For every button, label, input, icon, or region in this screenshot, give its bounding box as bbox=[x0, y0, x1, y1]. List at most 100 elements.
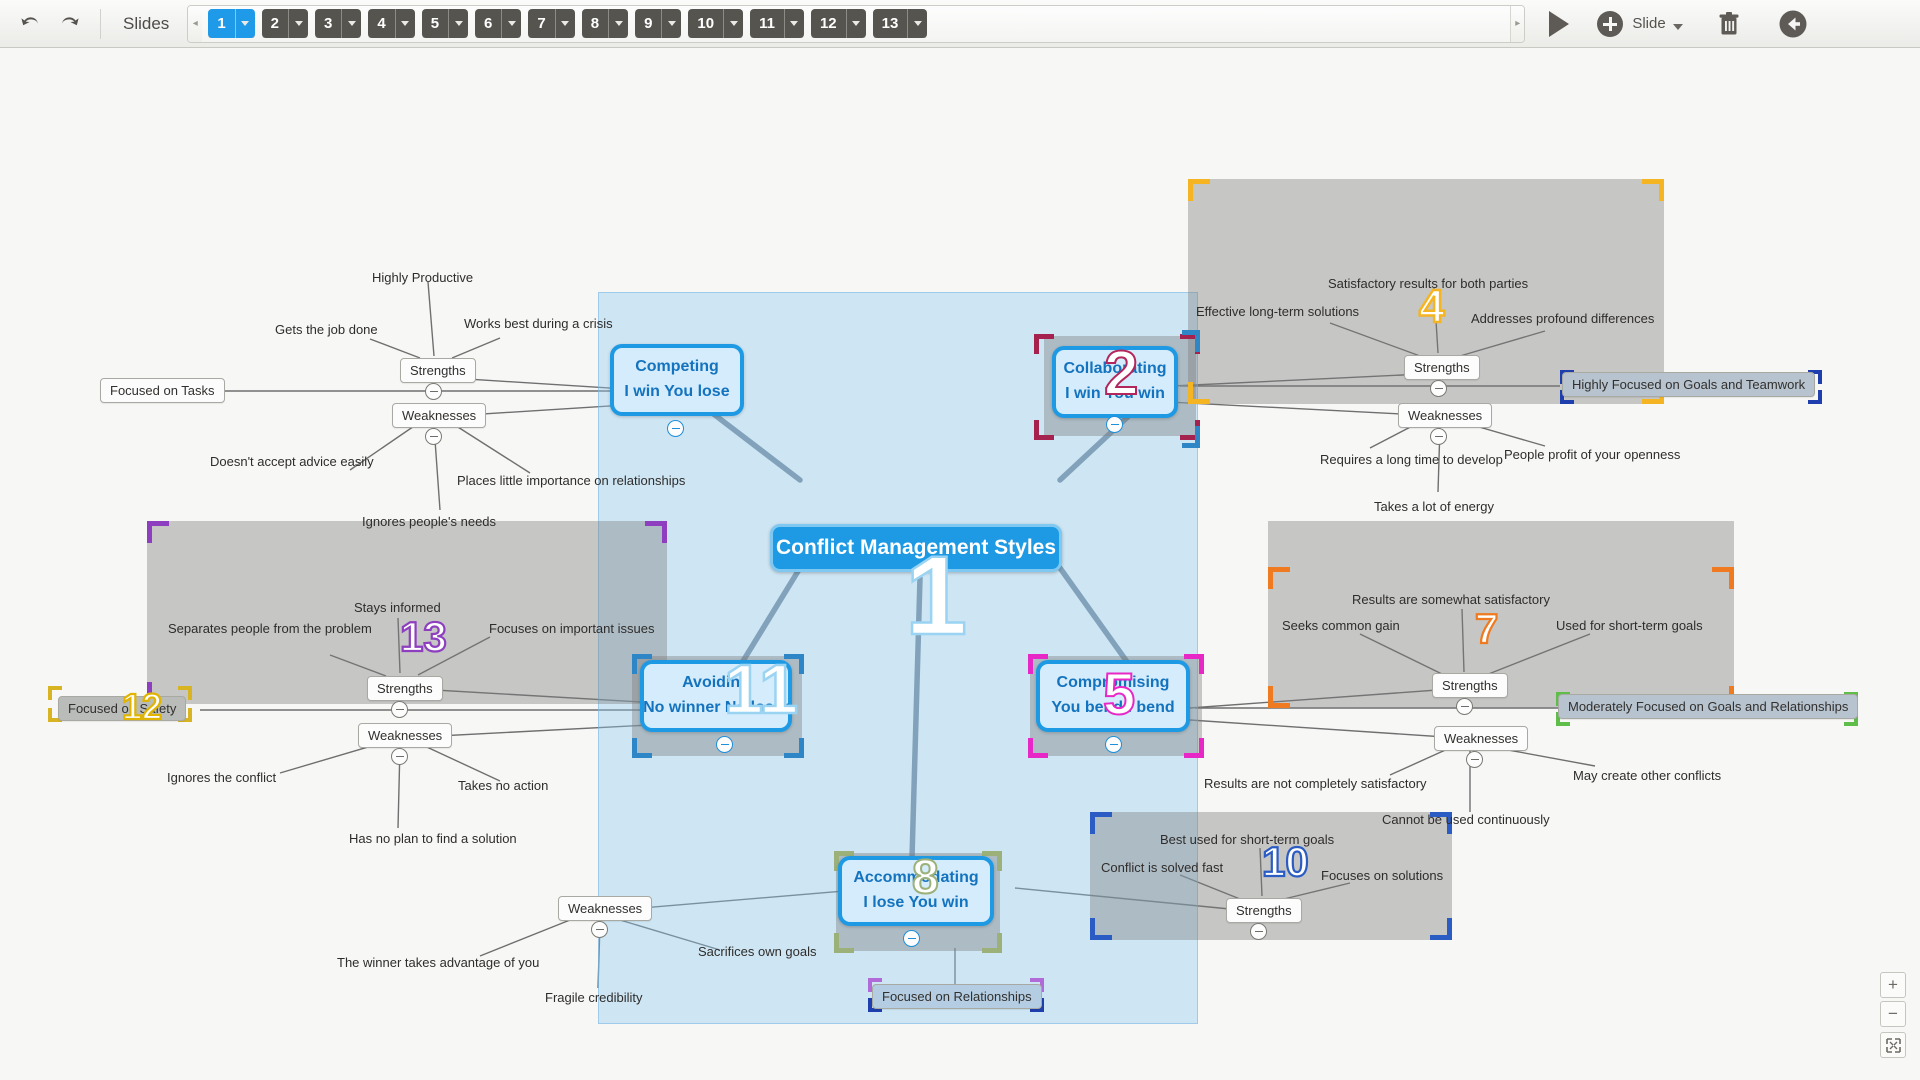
accommodating-strengths-node[interactable]: Strengths bbox=[1226, 898, 1302, 923]
collapse-competing-strengths[interactable] bbox=[425, 383, 442, 400]
slide-chip-1[interactable]: 1 bbox=[208, 9, 255, 38]
competing-weaknesses-node[interactable]: Weaknesses bbox=[392, 403, 487, 428]
focus-collaborating[interactable]: Highly Focused on Goals and Teamwork bbox=[1562, 372, 1816, 397]
slide-chip-13[interactable]: 13 bbox=[872, 9, 928, 38]
slides-scroll-left[interactable]: ◂ bbox=[188, 5, 203, 42]
collapse-accommodating-weaknesses[interactable] bbox=[591, 921, 608, 938]
chevron-down-icon bbox=[294, 21, 303, 26]
top-toolbar: Slides ◂ 1 2 3 4 5 6 7 8 9 10 11 12 13 ▸ Slide bbox=[0, 0, 1920, 48]
collapse-collaborating-strengths[interactable] bbox=[1430, 380, 1447, 397]
label-strengths: Strengths bbox=[1442, 678, 1498, 693]
node-competing-subtitle: I win You lose bbox=[624, 383, 730, 400]
add-slide-button[interactable]: Slide bbox=[1597, 10, 1683, 37]
leaf-collaborating-weakness-2: People profit of your openness bbox=[1504, 447, 1681, 462]
exit-button[interactable] bbox=[1773, 4, 1813, 44]
slide-chip-11[interactable]: 11 bbox=[750, 9, 804, 38]
slide-chip-3[interactable]: 3 bbox=[315, 9, 362, 38]
compromising-strengths-node[interactable]: Strengths bbox=[1432, 673, 1508, 698]
undo-button[interactable] bbox=[10, 4, 50, 44]
slide-chip-number: 8 bbox=[590, 15, 600, 32]
focus-compromising[interactable]: Moderately Focused on Goals and Relation… bbox=[1558, 694, 1859, 719]
play-presentation-button[interactable] bbox=[1539, 4, 1579, 44]
label-weaknesses: Weaknesses bbox=[1408, 408, 1483, 423]
slide-chip-menu-button[interactable] bbox=[845, 9, 866, 38]
node-avoiding[interactable]: Avoiding No winner No loser bbox=[640, 660, 792, 732]
slide-chip-12[interactable]: 12 bbox=[810, 9, 866, 38]
slide-chip-9[interactable]: 9 bbox=[635, 9, 682, 38]
back-arrow-circle-icon bbox=[1779, 10, 1807, 37]
focus-accommodating[interactable]: Focused on Relationships bbox=[872, 984, 1042, 1009]
avoiding-weaknesses-node[interactable]: Weaknesses bbox=[358, 723, 453, 748]
avoiding-strengths-node[interactable]: Strengths bbox=[367, 676, 443, 701]
chevron-down-icon bbox=[729, 21, 738, 26]
collapse-competing-weaknesses[interactable] bbox=[425, 428, 442, 445]
slide-chip-5[interactable]: 5 bbox=[421, 9, 469, 38]
collapse-accommodating[interactable] bbox=[903, 930, 920, 947]
node-competing[interactable]: Competing I win You lose bbox=[610, 344, 744, 416]
label-strengths: Strengths bbox=[1236, 903, 1292, 918]
collapse-compromising-weaknesses[interactable] bbox=[1466, 751, 1483, 768]
slide-chip-menu-button[interactable] bbox=[661, 9, 681, 38]
chevron-down-icon bbox=[1672, 23, 1683, 30]
collaborating-weaknesses-node[interactable]: Weaknesses bbox=[1398, 403, 1493, 428]
accommodating-weaknesses-node[interactable]: Weaknesses bbox=[558, 896, 653, 921]
slide-chip-menu-button[interactable] bbox=[394, 9, 415, 38]
slide-chip-menu-button[interactable] bbox=[907, 9, 927, 38]
node-center[interactable]: Conflict Management Styles bbox=[770, 524, 1062, 572]
chevron-down-icon bbox=[852, 21, 861, 26]
leaf-avoiding-strength-2: Separates people from the problem bbox=[168, 621, 372, 636]
node-accommodating[interactable]: Accommodating I lose You win bbox=[838, 856, 994, 926]
collapse-avoiding[interactable] bbox=[716, 736, 733, 753]
leaf-collaborating-strength-2: Effective long-term solutions bbox=[1196, 304, 1360, 319]
focus-competing[interactable]: Focused on Tasks bbox=[100, 378, 225, 403]
slide-chip-menu-button[interactable] bbox=[288, 9, 308, 38]
collapse-accommodating-strengths[interactable] bbox=[1250, 923, 1267, 940]
redo-button[interactable] bbox=[50, 4, 90, 44]
collapse-competing[interactable] bbox=[667, 420, 684, 437]
label-strengths: Strengths bbox=[377, 681, 433, 696]
slides-scroll-right[interactable]: ▸ bbox=[1510, 5, 1525, 42]
slide-chip-number: 12 bbox=[819, 15, 837, 32]
collapse-collaborating-weaknesses[interactable] bbox=[1430, 428, 1447, 445]
collapse-avoiding-strengths[interactable] bbox=[391, 701, 408, 718]
slide-chip-menu-button[interactable] bbox=[341, 9, 361, 38]
collapse-compromising-strengths[interactable] bbox=[1456, 698, 1473, 715]
slide-chip-menu-button[interactable] bbox=[783, 9, 804, 38]
leaf-accommodating-strength-3: Focuses on solutions bbox=[1321, 868, 1444, 883]
collapse-collaborating[interactable] bbox=[1106, 416, 1123, 433]
node-accommodating-subtitle: I lose You win bbox=[863, 894, 969, 911]
slide-chip-6[interactable]: 6 bbox=[475, 9, 522, 38]
slide-chip-number: 11 bbox=[759, 15, 775, 32]
collapse-avoiding-weaknesses[interactable] bbox=[391, 748, 408, 765]
label-strengths: Strengths bbox=[410, 363, 466, 378]
node-collaborating[interactable]: Collaborating I win You win bbox=[1052, 346, 1178, 418]
leaf-avoiding-strength-3: Focuses on important issues bbox=[489, 621, 655, 636]
slide-chip-menu-button[interactable] bbox=[608, 9, 628, 38]
collapse-compromising[interactable] bbox=[1105, 736, 1122, 753]
slide-chip-menu-button[interactable] bbox=[554, 9, 575, 38]
slide-chip-menu-button[interactable] bbox=[448, 9, 468, 38]
slide-chip-menu-button[interactable] bbox=[723, 9, 743, 38]
node-collaborating-title: Collaborating bbox=[1063, 360, 1167, 378]
collaborating-strengths-node[interactable]: Strengths bbox=[1404, 355, 1480, 380]
node-accommodating-title: Accommodating bbox=[853, 869, 979, 887]
zoom-in-button[interactable]: + bbox=[1880, 972, 1906, 998]
compromising-weaknesses-node[interactable]: Weaknesses bbox=[1434, 726, 1529, 751]
slide-chip-10[interactable]: 10 bbox=[688, 9, 744, 38]
mindmap-canvas[interactable]: Conflict Management Styles Competing I w… bbox=[0, 48, 1920, 1080]
node-compromising[interactable]: Compromising You bend I bend bbox=[1036, 660, 1190, 732]
slide-chip-7[interactable]: 7 bbox=[528, 9, 575, 38]
chevron-down-icon bbox=[401, 21, 410, 26]
delete-slide-button[interactable] bbox=[1709, 4, 1749, 44]
slide-chip-8[interactable]: 8 bbox=[581, 9, 629, 38]
trash-icon bbox=[1719, 11, 1739, 34]
zoom-out-button[interactable]: − bbox=[1880, 1001, 1906, 1027]
slide-chip-4[interactable]: 4 bbox=[368, 9, 415, 38]
focus-avoiding[interactable]: Focused on Safety bbox=[58, 696, 187, 721]
slide-chip-menu-button[interactable] bbox=[501, 9, 521, 38]
slide-chip-2[interactable]: 2 bbox=[261, 9, 308, 38]
focus-competing-label: Focused on Tasks bbox=[110, 383, 215, 398]
competing-strengths-node[interactable]: Strengths bbox=[400, 358, 476, 383]
slide-chip-menu-button[interactable] bbox=[234, 9, 255, 38]
fit-to-screen-button[interactable] bbox=[1880, 1032, 1906, 1058]
